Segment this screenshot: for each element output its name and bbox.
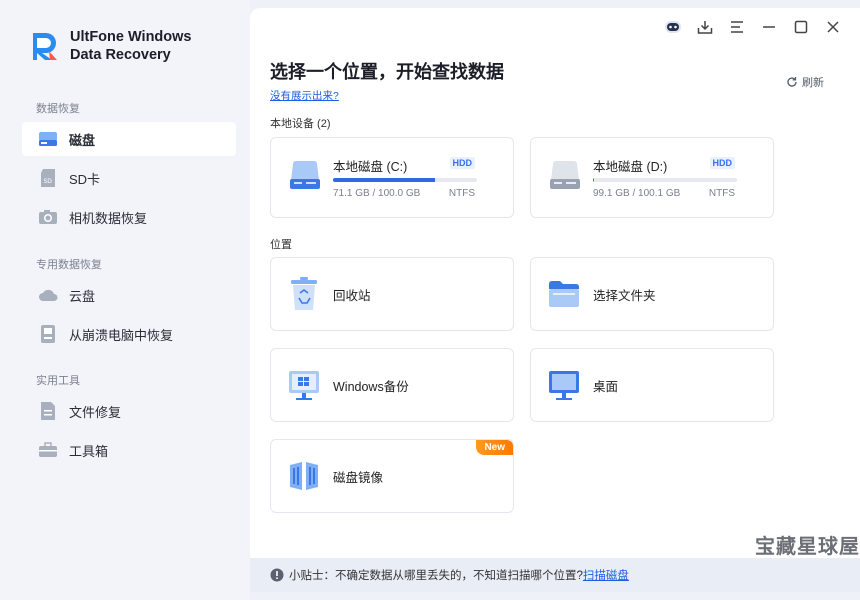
location-recycle-bin[interactable]: 回收站: [270, 257, 514, 331]
drive-size: 71.1 GB / 100.0 GB: [333, 188, 421, 199]
minimize-icon: [763, 26, 775, 28]
hard-drive-icon: [290, 161, 320, 189]
local-devices-label: 本地设备 (2): [270, 118, 331, 130]
location-select-folder[interactable]: 选择文件夹: [530, 257, 774, 331]
location-label: 回收站: [333, 288, 371, 303]
sidebar-item-sd-card[interactable]: SD SD卡: [22, 161, 236, 195]
page-title: 选择一个位置，开始查找数据: [270, 62, 504, 82]
folder-icon: [549, 281, 579, 307]
drive-card-c[interactable]: 本地磁盘 (C:) HDD 71.1 GB / 100.0 GB NTFS: [270, 137, 514, 218]
locations-label: 位置: [270, 239, 292, 251]
location-label: 桌面: [593, 379, 619, 394]
hdd-badge: HDD: [449, 157, 475, 169]
sidebar-item-file-repair[interactable]: 文件修复: [22, 394, 236, 428]
sidebar-item-crashed-pc[interactable]: 从崩溃电脑中恢复: [22, 317, 236, 351]
sidebar-item-label: 相机数据恢复: [69, 210, 148, 226]
sidebar-item-label: SD卡: [69, 171, 101, 187]
drive-filesystem: NTFS: [448, 188, 475, 199]
disk-image-icon: [290, 462, 318, 490]
sidebar-item-label: 工具箱: [69, 443, 109, 459]
tip-text: 小贴士：不确定数据从哪里丢失的，不知道扫描哪个位置?: [289, 570, 583, 582]
drive-size: 99.1 GB / 100.1 GB: [593, 188, 681, 199]
refresh-label: 刷新: [802, 77, 824, 89]
minimize-button[interactable]: [760, 18, 778, 36]
sidebar: UltFone Windows Data Recovery 数据恢复 磁盘 SD…: [0, 0, 250, 600]
robot-icon: [665, 21, 681, 33]
sidebar-item-label: 文件修复: [69, 404, 122, 420]
close-icon: [827, 21, 839, 33]
menu-button[interactable]: [728, 18, 746, 36]
refresh-icon: [787, 77, 797, 87]
menu-icon: [731, 21, 743, 33]
drive-name: 本地磁盘 (D:): [593, 160, 668, 174]
sidebar-item-camera-recovery[interactable]: 相机数据恢复: [22, 200, 236, 234]
sidebar-item-toolbox[interactable]: 工具箱: [22, 433, 236, 467]
location-label: Windows备份: [333, 379, 409, 394]
sidebar-item-label: 磁盘: [69, 132, 96, 148]
nav-section-title: 数据恢复: [36, 103, 80, 115]
drive-card-d[interactable]: 本地磁盘 (D:) HDD 99.1 GB / 100.1 GB NTFS: [530, 137, 774, 218]
app-title-line2: Data Recovery: [70, 47, 171, 63]
sidebar-item-label: 从崩溃电脑中恢复: [69, 327, 174, 343]
sidebar-item-disk[interactable]: 磁盘: [22, 122, 236, 156]
location-label: 磁盘镜像: [333, 470, 384, 485]
cloud-icon: [38, 285, 58, 305]
ultfone-logo-icon: [33, 33, 57, 60]
app-title-line1: UltFone Windows: [70, 29, 192, 45]
sd-card-icon: SD: [38, 168, 58, 188]
location-desktop[interactable]: 桌面: [530, 348, 774, 422]
usage-bar-fill: [593, 178, 595, 182]
drive-name: 本地磁盘 (C:): [333, 160, 408, 174]
maximize-icon: [794, 20, 808, 34]
main-panel: 选择一个位置，开始查找数据 没有展示出来? 刷新 本地设备 (2) 本地磁盘 (…: [250, 8, 860, 558]
hard-disk-icon: [38, 129, 58, 149]
sidebar-item-label: 云盘: [69, 288, 96, 304]
hard-drive-icon: [550, 161, 580, 189]
usage-bar-fill: [333, 178, 436, 182]
svg-text:SD: SD: [44, 178, 53, 185]
not-shown-link[interactable]: 没有展示出来?: [270, 88, 339, 103]
crashed-computer-icon: [38, 324, 58, 344]
tip-bar: 小贴士：不确定数据从哪里丢失的，不知道扫描哪个位置? 扫描磁盘: [250, 558, 860, 592]
maximize-button[interactable]: [792, 18, 810, 36]
location-disk-image[interactable]: New 磁盘镜像: [270, 439, 514, 513]
file-repair-icon: [38, 401, 58, 421]
location-label: 选择文件夹: [593, 288, 656, 303]
scan-disk-link[interactable]: 扫描磁盘: [583, 567, 629, 583]
recycle-bin-icon: [291, 277, 317, 310]
download-icon: [697, 21, 713, 34]
usage-bar: [333, 178, 477, 182]
hdd-badge: HDD: [709, 157, 735, 169]
download-button[interactable]: [696, 18, 714, 36]
refresh-button[interactable]: 刷新: [786, 74, 824, 90]
title-bar-controls: [664, 18, 842, 36]
camera-icon: [38, 207, 58, 227]
windows-backup-icon: [289, 371, 319, 400]
drive-filesystem: NTFS: [708, 188, 735, 199]
toolbox-icon: [38, 440, 58, 460]
assistant-bot-button[interactable]: [664, 18, 682, 36]
app-logo: UltFone Windows Data Recovery: [28, 28, 192, 64]
nav-section-title: 专用数据恢复: [36, 259, 102, 271]
usage-bar: [593, 178, 737, 182]
info-icon: [270, 568, 284, 582]
close-button[interactable]: [824, 18, 842, 36]
sidebar-item-cloud-drive[interactable]: 云盘: [22, 278, 236, 312]
new-badge: New: [476, 440, 513, 455]
location-windows-backup[interactable]: Windows备份: [270, 348, 514, 422]
watermark: 宝藏星球屋: [755, 534, 860, 558]
desktop-icon: [549, 371, 579, 400]
nav-section-title: 实用工具: [36, 375, 80, 387]
